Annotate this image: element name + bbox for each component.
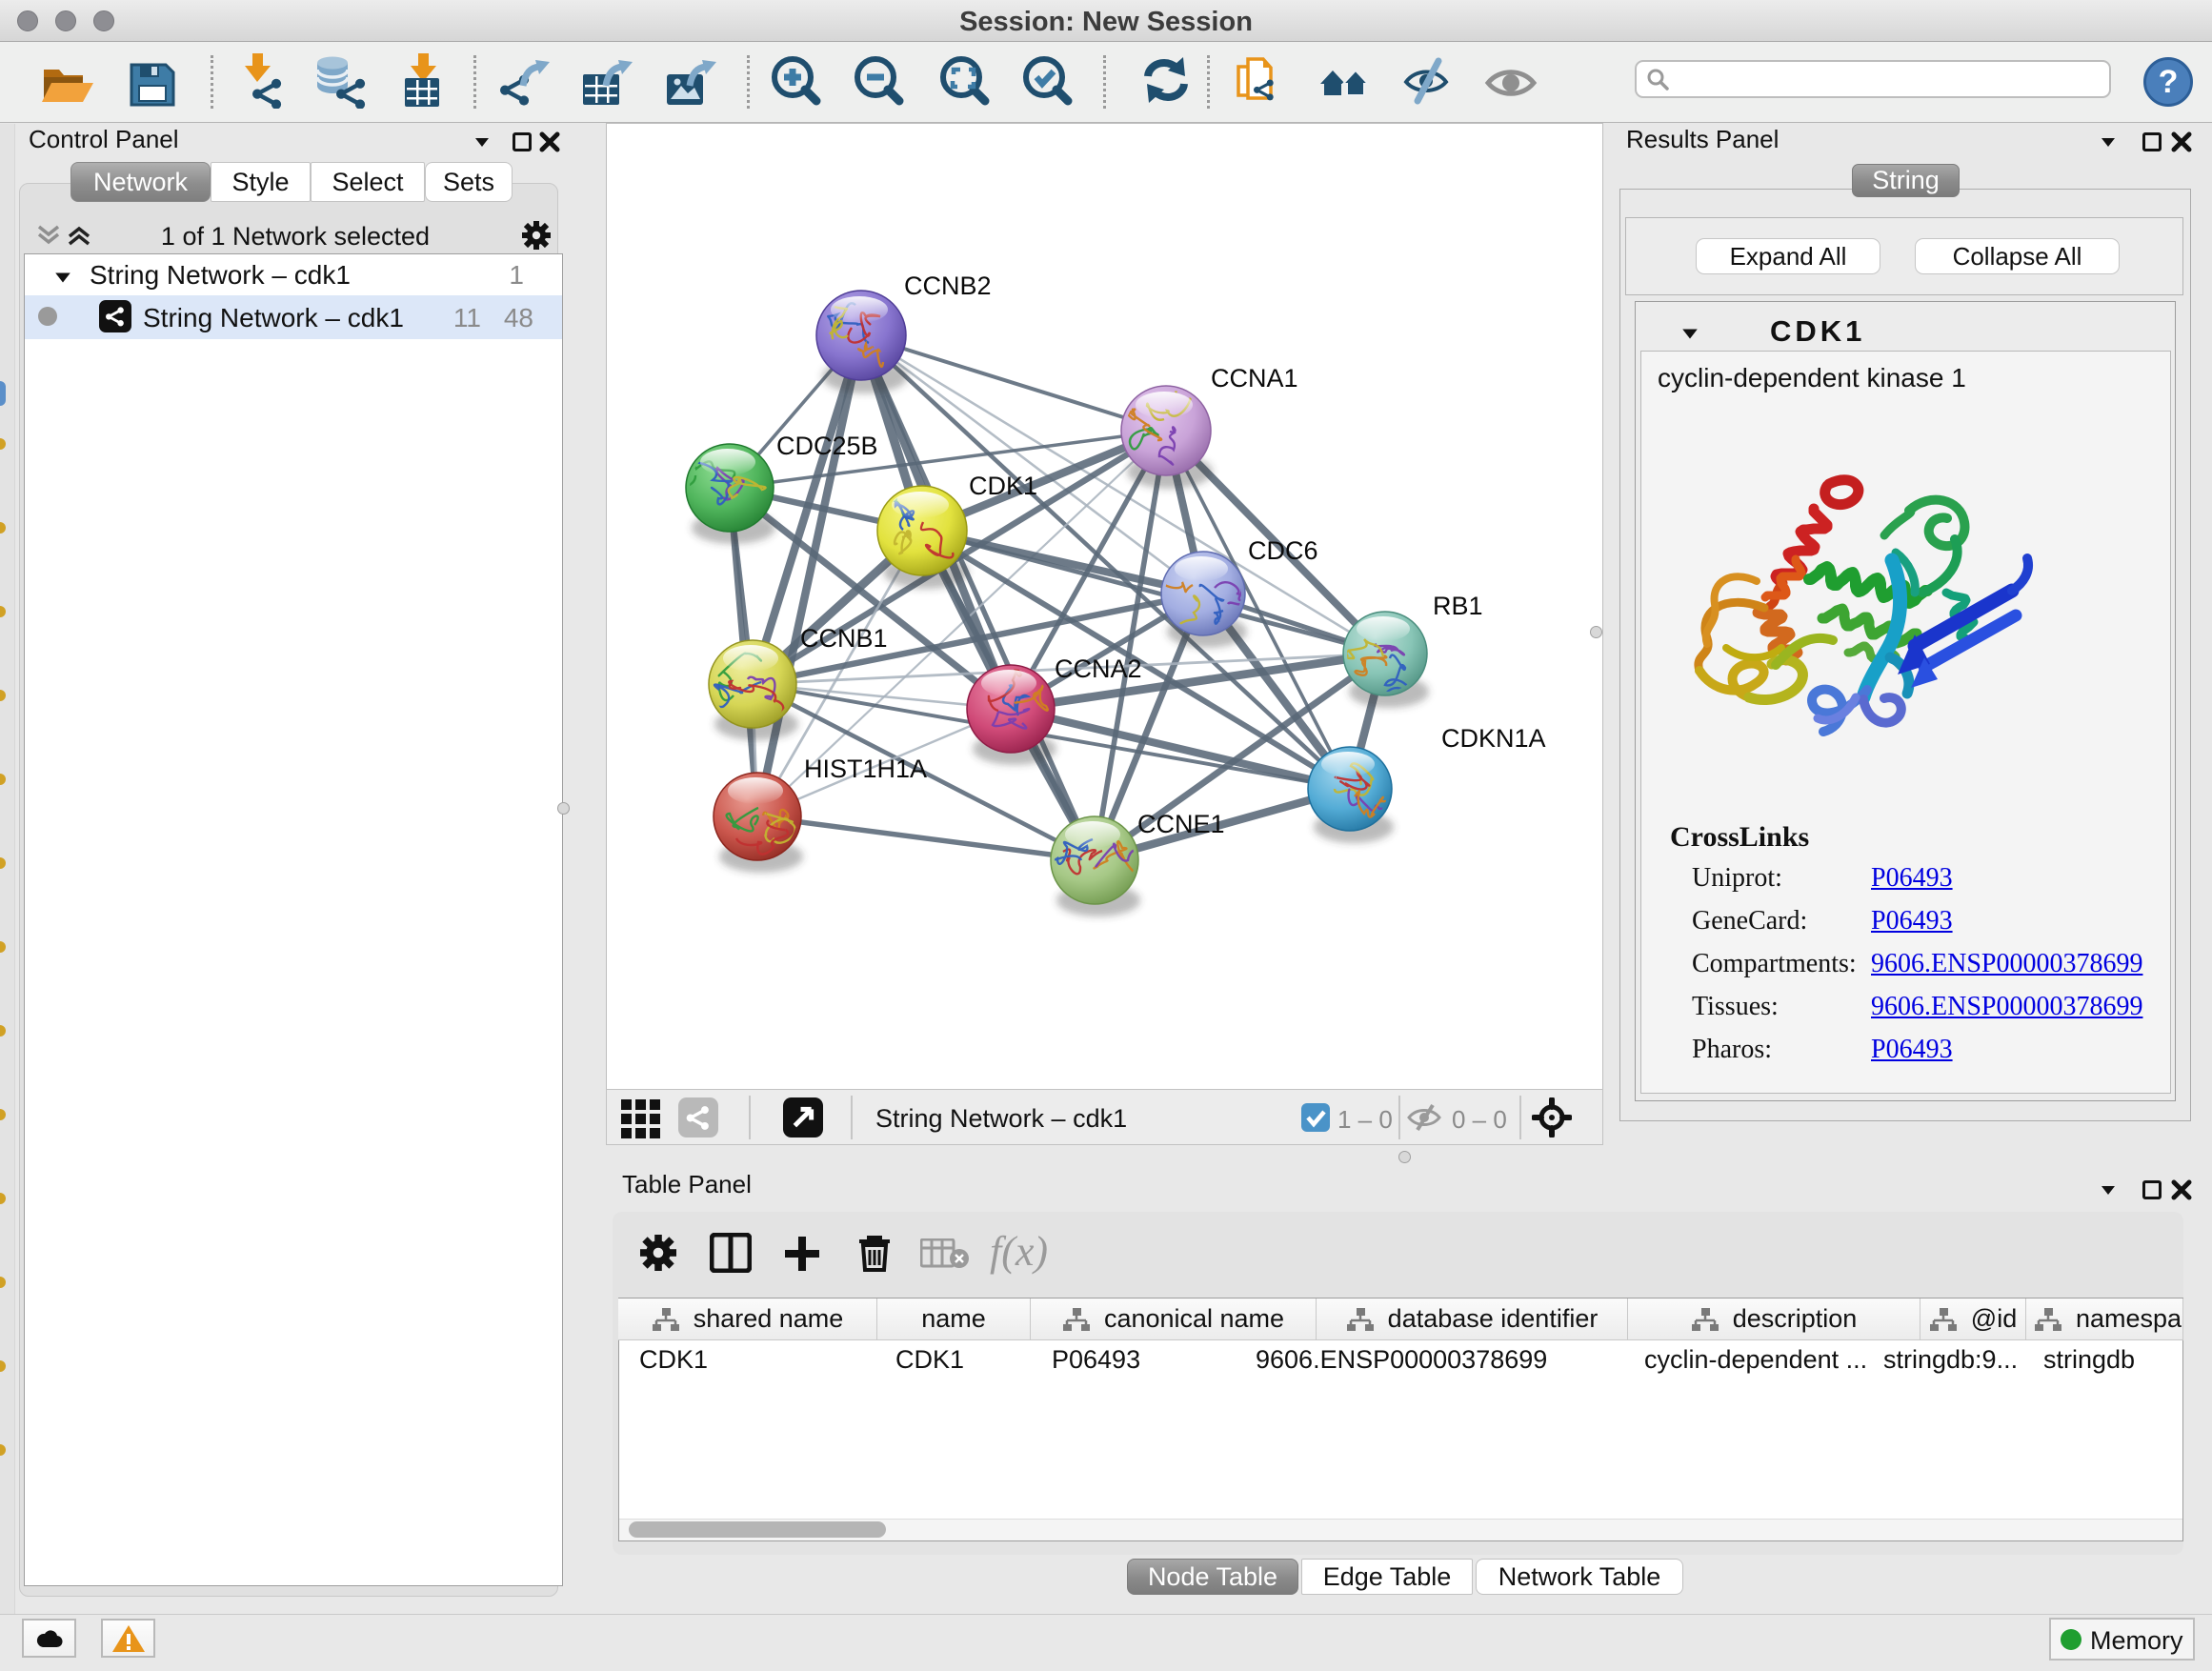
svg-text:HIST1H1A: HIST1H1A (804, 755, 927, 783)
svg-text:CCNB2: CCNB2 (904, 272, 992, 300)
svg-text:RB1: RB1 (1433, 592, 1483, 620)
svg-text:CCNE1: CCNE1 (1137, 810, 1225, 838)
svg-text:CDKN1A: CDKN1A (1441, 724, 1546, 753)
svg-text:CCNB1: CCNB1 (800, 624, 888, 653)
svg-text:CDC6: CDC6 (1248, 536, 1318, 565)
svg-text:CDC25B: CDC25B (776, 432, 878, 460)
svg-text:CCNA1: CCNA1 (1211, 364, 1298, 393)
svg-text:CCNA2: CCNA2 (1055, 654, 1142, 683)
svg-text:CDK1: CDK1 (969, 472, 1037, 500)
